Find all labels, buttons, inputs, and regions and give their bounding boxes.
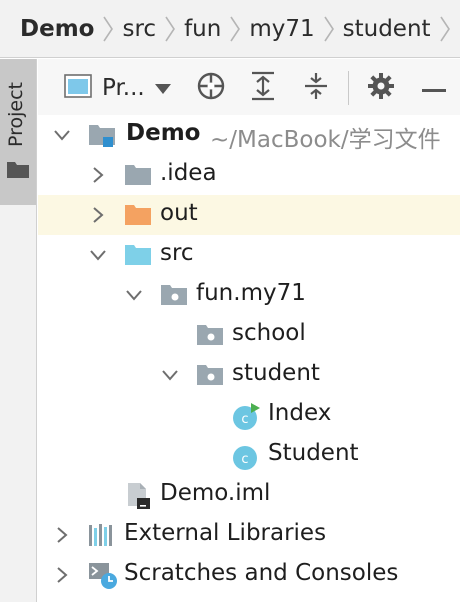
tree-row-external-libraries[interactable]: External Libraries bbox=[38, 515, 460, 555]
project-view-dropdown[interactable]: Pr... bbox=[64, 72, 171, 104]
dropdown-arrow-icon bbox=[154, 79, 171, 98]
expand-all-button[interactable] bbox=[250, 71, 276, 105]
chevron-right-icon[interactable] bbox=[52, 525, 72, 545]
chevron-right-icon bbox=[221, 0, 249, 57]
minimize-icon bbox=[422, 79, 446, 98]
scratches-icon bbox=[88, 562, 117, 589]
runnable-class-icon: c bbox=[232, 402, 260, 430]
project-view-icon bbox=[64, 73, 92, 103]
tree-label-student-class: Student bbox=[268, 440, 359, 466]
gear-icon bbox=[367, 72, 395, 104]
tree-row-out[interactable]: out bbox=[38, 195, 460, 235]
tree-row-student-class[interactable]: c Student bbox=[38, 435, 460, 475]
chevron-right-icon bbox=[156, 0, 184, 57]
tree-label-out: out bbox=[160, 200, 198, 226]
class-icon: c bbox=[232, 442, 260, 470]
tree-label-student: student bbox=[232, 360, 320, 386]
tool-window-strip: Project bbox=[0, 59, 37, 602]
chevron-down-icon[interactable] bbox=[124, 285, 144, 305]
tree-row-idea[interactable]: .idea bbox=[38, 155, 460, 195]
folder-icon bbox=[6, 159, 30, 183]
project-panel-toolbar: Pr... bbox=[38, 59, 460, 117]
tree-label-external-libraries: External Libraries bbox=[124, 520, 327, 546]
package-icon bbox=[196, 322, 224, 348]
excluded-folder-icon bbox=[124, 202, 152, 228]
tree-row-index[interactable]: c Index bbox=[38, 395, 460, 435]
settings-button[interactable] bbox=[367, 72, 395, 104]
breadcrumb: Demo src fun my71 student bbox=[0, 0, 460, 58]
tree-row-fun-my71[interactable]: fun.my71 bbox=[38, 275, 460, 315]
tree-row-school[interactable]: school bbox=[38, 315, 460, 355]
chevron-right-icon[interactable] bbox=[88, 165, 108, 185]
chevron-right-icon bbox=[315, 0, 343, 57]
breadcrumb-item-my71[interactable]: my71 bbox=[249, 16, 314, 42]
breadcrumb-item-student[interactable]: student bbox=[343, 16, 431, 42]
tree-path-demo: ~/MacBook/学习文件 bbox=[210, 127, 441, 153]
svg-text:c: c bbox=[241, 412, 248, 427]
chevron-right-icon[interactable] bbox=[88, 205, 108, 225]
tree-label-demo-iml: Demo.iml bbox=[160, 480, 271, 506]
locate-button[interactable] bbox=[196, 72, 226, 104]
toolbar-divider bbox=[348, 71, 349, 105]
chevron-down-icon[interactable] bbox=[88, 245, 108, 265]
breadcrumb-item-src[interactable]: src bbox=[122, 16, 156, 42]
tree-row-demo-iml[interactable]: Demo.iml bbox=[38, 475, 460, 515]
collapse-all-button[interactable] bbox=[303, 72, 329, 104]
tree-label-idea: .idea bbox=[160, 160, 217, 186]
module-file-icon bbox=[124, 482, 152, 509]
tree-label-school: school bbox=[232, 320, 306, 346]
chevron-right-icon bbox=[431, 0, 459, 57]
breadcrumb-item-demo[interactable]: Demo bbox=[20, 16, 94, 42]
tree-label-demo: Demo bbox=[126, 120, 201, 146]
chevron-right-icon bbox=[94, 0, 122, 57]
tree-row-student[interactable]: student bbox=[38, 355, 460, 395]
libraries-icon bbox=[88, 522, 116, 548]
tree-label-scratches: Scratches and Consoles bbox=[124, 560, 399, 586]
project-view-label: Pr... bbox=[102, 75, 145, 101]
source-folder-icon bbox=[124, 242, 152, 268]
folder-icon bbox=[124, 162, 152, 188]
project-tab-label: Project bbox=[5, 81, 27, 147]
chevron-right-icon[interactable] bbox=[52, 565, 72, 585]
breadcrumb-item-fun[interactable]: fun bbox=[184, 16, 221, 42]
package-icon bbox=[196, 362, 224, 388]
chevron-down-icon[interactable] bbox=[52, 125, 72, 145]
locate-icon bbox=[196, 71, 226, 105]
svg-text:c: c bbox=[241, 452, 248, 467]
tree-row-src[interactable]: src bbox=[38, 235, 460, 275]
tree-label-src: src bbox=[160, 240, 194, 266]
tree-row-scratches[interactable]: Scratches and Consoles bbox=[38, 555, 460, 595]
collapse-all-icon bbox=[303, 71, 329, 105]
minimize-button[interactable] bbox=[422, 72, 446, 104]
expand-all-icon bbox=[250, 71, 276, 105]
tree-label-index: Index bbox=[268, 400, 332, 426]
module-folder-icon bbox=[88, 122, 116, 148]
chevron-down-icon[interactable] bbox=[160, 365, 180, 385]
tree-label-fun-my71: fun.my71 bbox=[196, 280, 306, 306]
project-tree: Demo ~/MacBook/学习文件 .idea out src fun.my… bbox=[38, 115, 460, 602]
tree-row-demo[interactable]: Demo ~/MacBook/学习文件 bbox=[38, 115, 460, 155]
package-icon bbox=[160, 282, 188, 308]
project-tool-tab[interactable]: Project bbox=[0, 59, 36, 205]
